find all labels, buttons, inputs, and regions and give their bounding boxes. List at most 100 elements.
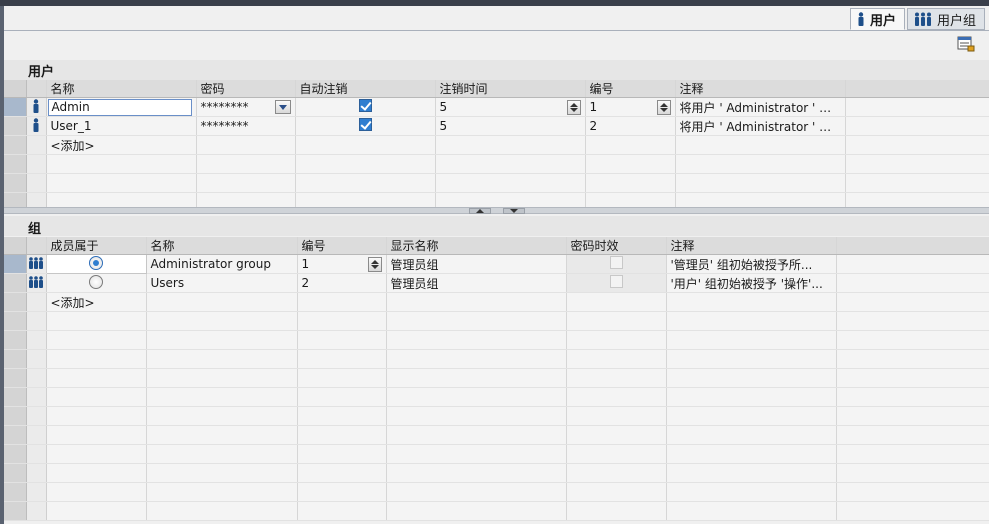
col-header-group-comment[interactable]: 注释 — [666, 237, 837, 255]
user-number-cell[interactable]: 2 — [585, 116, 676, 136]
spin-down-icon — [370, 264, 379, 269]
row-header[interactable] — [4, 254, 27, 274]
row-header-corner — [4, 237, 27, 255]
auto-logoff-checkbox[interactable] — [358, 99, 372, 112]
group-number-cell[interactable]: 1 — [297, 254, 387, 274]
col-header-password-aging[interactable]: 密码时效 — [566, 237, 667, 255]
password-aging-cell[interactable] — [566, 273, 667, 293]
splitter-up-button[interactable] — [469, 208, 491, 214]
row-header-corner — [4, 80, 27, 98]
add-user-link[interactable]: <添加> — [46, 135, 197, 155]
password-aging-checkbox[interactable] — [609, 256, 623, 269]
col-header-auto-logoff[interactable]: 自动注销 — [295, 80, 436, 98]
col-header-filler — [845, 80, 989, 98]
logoff-time-cell[interactable]: 5 — [435, 116, 586, 136]
col-header-filler — [836, 237, 989, 255]
member-of-radio[interactable] — [89, 255, 103, 270]
auto-logoff-cell[interactable] — [295, 97, 436, 117]
auto-logoff-cell[interactable] — [295, 116, 436, 136]
col-header-member-of[interactable]: 成员属于 — [46, 237, 147, 255]
user-number-spinner[interactable] — [656, 99, 671, 115]
empty-row — [4, 349, 989, 369]
empty-row — [4, 444, 989, 464]
user-row-icon — [26, 116, 47, 136]
user-name-cell[interactable]: Admin — [46, 97, 197, 117]
empty-row — [4, 311, 989, 331]
table-row[interactable]: User_1 ******** 5 2 将用户 ' Administrator … — [4, 116, 989, 136]
col-header-password[interactable]: 密码 — [196, 80, 296, 98]
password-aging-cell[interactable] — [566, 254, 667, 274]
empty-row — [4, 154, 989, 174]
group-number-spinner[interactable] — [367, 256, 382, 272]
empty-row — [4, 463, 989, 483]
password-dropdown-button[interactable] — [274, 100, 291, 114]
tab-user-groups[interactable]: 用户组 — [906, 8, 985, 30]
window-top-bar — [0, 0, 989, 6]
logoff-time-cell[interactable]: 5 — [435, 97, 586, 117]
user-name-input[interactable]: Admin — [47, 98, 192, 116]
user-icon — [33, 117, 39, 132]
member-of-cell[interactable] — [45, 254, 147, 274]
group-name-cell[interactable]: Users — [146, 273, 298, 293]
table-row[interactable]: Administrator group 1 管理员组 '管理员' 组初始被授予所… — [4, 254, 989, 274]
auto-logoff-checkbox[interactable] — [358, 118, 372, 131]
spin-up-icon — [569, 102, 578, 107]
add-group-row[interactable]: <添加> — [4, 292, 989, 312]
user-password-cell[interactable]: ******** — [196, 116, 296, 136]
col-header-group-name[interactable]: 名称 — [146, 237, 298, 255]
col-header-name[interactable]: 名称 — [46, 80, 197, 98]
user-number-cell[interactable]: 1 — [585, 97, 676, 117]
display-name-cell[interactable]: 管理员组 — [386, 254, 567, 274]
row-header[interactable] — [4, 97, 27, 117]
col-header-comment[interactable]: 注释 — [675, 80, 846, 98]
user-group-icon — [29, 256, 43, 269]
user-group-icon — [29, 275, 43, 288]
user-icon — [857, 12, 865, 26]
user-password-cell[interactable]: ******** — [196, 97, 296, 117]
table-row[interactable]: Users 2 管理员组 '用户' 组初始被授予 '操作'... — [4, 273, 989, 293]
empty-row — [4, 501, 989, 521]
user-comment-cell[interactable]: 将用户 ' Administrator ' 分... — [675, 97, 846, 117]
group-comment-cell[interactable]: '用户' 组初始被授予 '操作'... — [666, 273, 837, 293]
member-of-radio[interactable] — [89, 274, 103, 289]
add-group-link[interactable]: <添加> — [46, 292, 147, 312]
empty-row — [4, 330, 989, 350]
tab-users[interactable]: 用户 — [849, 8, 905, 30]
row-header[interactable] — [4, 135, 27, 155]
group-name-cell[interactable]: Administrator group — [146, 254, 298, 274]
icon-col-header — [26, 237, 47, 255]
export-list-button[interactable] — [957, 36, 975, 52]
row-header[interactable] — [4, 273, 27, 293]
row-header[interactable] — [4, 292, 27, 312]
tab-divider — [4, 30, 989, 31]
empty-row — [4, 425, 989, 445]
spin-up-icon — [659, 102, 668, 107]
logoff-time-spinner[interactable] — [566, 99, 581, 115]
group-row-icon — [26, 273, 47, 293]
add-user-row[interactable]: <添加> — [4, 135, 989, 155]
col-header-display-name[interactable]: 显示名称 — [386, 237, 567, 255]
filler-cell — [845, 97, 989, 117]
group-number-cell[interactable]: 2 — [297, 273, 387, 293]
table-row[interactable]: Admin ******** 5 1 将用户 ' Administrator '… — [4, 97, 989, 117]
user-comment-cell[interactable]: 将用户 ' Administrator ' 分... — [675, 116, 846, 136]
col-header-number[interactable]: 编号 — [585, 80, 676, 98]
tab-user-groups-label: 用户组 — [936, 13, 976, 29]
display-name-cell[interactable]: 管理员组 — [386, 273, 567, 293]
member-of-cell[interactable] — [46, 273, 147, 293]
tab-users-label: 用户 — [869, 13, 896, 29]
row-header[interactable] — [4, 116, 27, 136]
group-number-value: 1 — [301, 257, 310, 271]
user-icon — [33, 98, 39, 113]
empty-row — [4, 368, 989, 388]
splitter-down-button[interactable] — [503, 208, 525, 214]
pane-splitter[interactable] — [4, 207, 989, 214]
password-aging-checkbox[interactable] — [609, 275, 623, 288]
col-header-group-number[interactable]: 编号 — [297, 237, 387, 255]
list-export-icon — [957, 36, 975, 52]
col-header-logoff-time[interactable]: 注销时间 — [435, 80, 586, 98]
filler-cell — [845, 116, 989, 136]
user-name-cell[interactable]: User_1 — [46, 116, 197, 136]
groups-section-band — [4, 216, 989, 236]
group-comment-cell[interactable]: '管理员' 组初始被授予所... — [666, 254, 837, 274]
